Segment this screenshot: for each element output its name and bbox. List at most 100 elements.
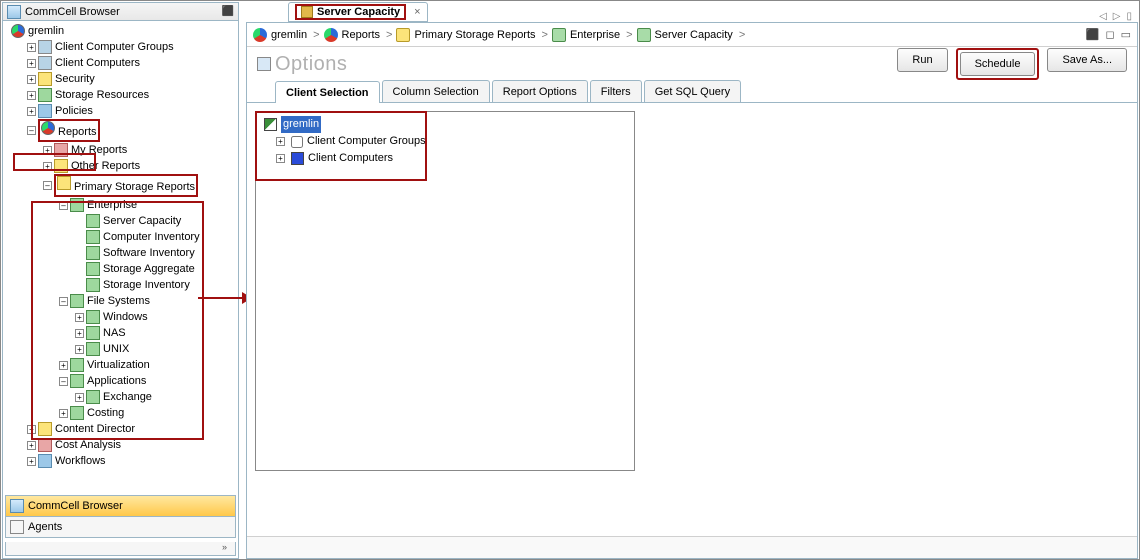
expand-icon[interactable]: +	[27, 425, 36, 434]
prev-tab-icon[interactable]: ◁	[1099, 11, 1107, 22]
tab-server-capacity[interactable]: Server Capacity ×	[288, 2, 428, 22]
maximize-icon[interactable]: ▭	[1121, 28, 1131, 41]
selection-item[interactable]: +Client Computer Groups	[260, 133, 630, 150]
tree-item[interactable]: +Security	[27, 71, 236, 87]
next-tab-icon[interactable]: ▷	[1113, 11, 1121, 22]
selection-item[interactable]: +Client Computers	[260, 150, 630, 167]
commcell-icon	[253, 28, 267, 42]
pane-chevron[interactable]: »	[5, 542, 236, 556]
report-icon	[86, 246, 100, 260]
expand-icon[interactable]: +	[27, 457, 36, 466]
tree-item[interactable]: +Cost Analysis	[27, 437, 236, 453]
tree-item[interactable]: +Virtualization	[59, 357, 236, 373]
tree-item-psr[interactable]: –Primary Storage Reports	[43, 174, 236, 197]
tab-report-options[interactable]: Report Options	[492, 80, 588, 102]
tree-item-reports[interactable]: –Reports	[27, 119, 236, 142]
option-subtabs: Client Selection Column Selection Report…	[247, 81, 1137, 103]
tree-item[interactable]: Computer Inventory	[75, 229, 236, 245]
collapse-icon[interactable]: –	[27, 126, 36, 135]
tree-item[interactable]: +Storage Resources	[27, 87, 236, 103]
commcell-browser-panel: CommCell Browser ⬛ gremlin +Client Compu…	[2, 2, 239, 559]
expand-icon[interactable]: +	[43, 162, 52, 171]
window-icon[interactable]: ◻	[1105, 28, 1114, 41]
breadcrumb-item[interactable]: Enterprise	[552, 28, 620, 42]
tree-item[interactable]: Storage Aggregate	[75, 261, 236, 277]
collapse-icon[interactable]: –	[43, 181, 52, 190]
tree-item[interactable]: Storage Inventory	[75, 277, 236, 293]
checkbox[interactable]	[291, 136, 303, 148]
pin-icon[interactable]: ⬛	[222, 6, 234, 17]
expand-icon[interactable]: +	[59, 409, 68, 418]
expand-icon[interactable]: +	[27, 91, 36, 100]
reports-icon	[324, 28, 338, 42]
commcell-browser-icon	[7, 5, 21, 19]
sidebar-title: CommCell Browser	[25, 6, 120, 18]
report-editor: gremlin > Reports > Primary Storage Report…	[246, 22, 1138, 559]
pin-icon[interactable]: ⬛	[1086, 28, 1100, 41]
checkbox-partial-icon[interactable]	[264, 118, 277, 131]
expand-icon[interactable]: +	[27, 107, 36, 116]
tree-item[interactable]: +Costing	[59, 405, 236, 421]
expand-icon[interactable]: +	[276, 137, 285, 146]
expand-icon[interactable]: +	[43, 146, 52, 155]
tree-item[interactable]: +Content Director	[27, 421, 236, 437]
breadcrumb-item[interactable]: Server Capacity	[637, 28, 733, 42]
report-icon	[86, 310, 100, 324]
tab-filters[interactable]: Filters	[590, 80, 642, 102]
virtualization-icon	[70, 358, 84, 372]
expand-icon[interactable]: +	[75, 345, 84, 354]
tab-column-selection[interactable]: Column Selection	[382, 80, 490, 102]
commcell-browser-icon	[10, 499, 24, 513]
tree-item[interactable]: +NAS	[75, 325, 236, 341]
breadcrumb-item[interactable]: Reports	[324, 28, 381, 42]
expand-icon[interactable]: +	[75, 393, 84, 402]
tree-item[interactable]: +Windows	[75, 309, 236, 325]
checkbox-checked-icon[interactable]	[291, 152, 304, 165]
tree-item[interactable]: +Client Computers	[27, 55, 236, 71]
selection-root[interactable]: gremlin	[260, 116, 630, 133]
report-icon	[86, 278, 100, 292]
tree-item[interactable]: Software Inventory	[75, 245, 236, 261]
close-tab-icon[interactable]: ×	[414, 6, 420, 18]
tab-get-sql-query[interactable]: Get SQL Query	[644, 80, 741, 102]
chevron-right-icon: >	[739, 29, 745, 41]
tree-item[interactable]: +Policies	[27, 103, 236, 119]
pane-commcell-browser[interactable]: CommCell Browser	[5, 495, 236, 517]
tree-item[interactable]: +UNIX	[75, 341, 236, 357]
breadcrumb-item[interactable]: gremlin	[253, 28, 307, 42]
expand-icon[interactable]: +	[27, 75, 36, 84]
other-reports-icon	[54, 159, 68, 173]
tree-item[interactable]: +Client Computer Groups	[27, 39, 236, 55]
collapse-icon[interactable]: –	[59, 377, 68, 386]
tree-item[interactable]: +Workflows	[27, 453, 236, 469]
tree-item[interactable]: +My Reports	[43, 142, 236, 158]
tree-item[interactable]: +Other Reports	[43, 158, 236, 174]
agents-icon	[10, 520, 24, 534]
pane-agents[interactable]: Agents	[5, 516, 236, 538]
tree-root[interactable]: gremlin	[11, 23, 236, 39]
tab-menu-icon[interactable]: ▯	[1126, 11, 1132, 22]
report-icon	[86, 262, 100, 276]
tree-item-applications[interactable]: –Applications	[59, 373, 236, 389]
cost-analysis-icon	[38, 438, 52, 452]
workflows-icon	[38, 454, 52, 468]
expand-icon[interactable]: +	[276, 154, 285, 163]
expand-icon[interactable]: +	[75, 329, 84, 338]
expand-icon[interactable]: +	[27, 43, 36, 52]
expand-icon[interactable]: +	[27, 441, 36, 450]
tree-item-enterprise[interactable]: –Enterprise	[59, 197, 236, 213]
tree-item[interactable]: +Exchange	[75, 389, 236, 405]
tab-client-selection[interactable]: Client Selection	[275, 81, 380, 103]
chevron-right-icon: >	[626, 29, 632, 41]
save-as-button[interactable]: Save As...	[1047, 48, 1127, 72]
tree-item[interactable]: Server Capacity	[75, 213, 236, 229]
collapse-icon[interactable]: –	[59, 201, 68, 210]
collapse-icon[interactable]: –	[59, 297, 68, 306]
expand-icon[interactable]: +	[59, 361, 68, 370]
expand-icon[interactable]: +	[75, 313, 84, 322]
schedule-button[interactable]: Schedule	[960, 52, 1036, 76]
report-tab-icon	[301, 6, 313, 18]
run-button[interactable]: Run	[897, 48, 947, 72]
expand-icon[interactable]: +	[27, 59, 36, 68]
breadcrumb-item[interactable]: Primary Storage Reports	[396, 28, 535, 42]
